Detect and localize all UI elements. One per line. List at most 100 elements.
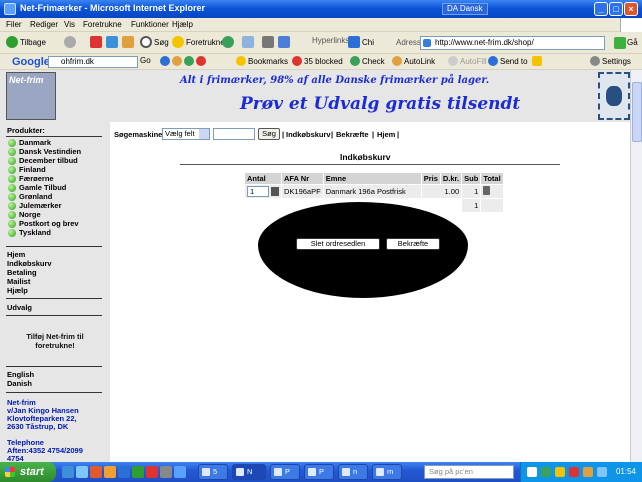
app-quicklaunch-icon[interactable] — [90, 466, 102, 478]
trash-icon[interactable] — [483, 186, 491, 195]
sidebar-item-faeroeerne[interactable]: Færøerne — [8, 174, 54, 183]
history-button[interactable] — [222, 36, 234, 48]
nav-hjem[interactable]: Hjem — [7, 250, 25, 259]
sidebar-item-dansk-vestindien[interactable]: Dansk Vestindien — [8, 147, 81, 156]
desktop-quicklaunch-icon[interactable] — [76, 466, 88, 478]
favorites-button[interactable]: Foretrukne — [172, 36, 225, 48]
globe-icon[interactable] — [160, 56, 170, 66]
link-hjem[interactable]: Hjem — [377, 130, 395, 139]
autofill-button[interactable]: AutoFill — [448, 56, 487, 66]
minimize-button[interactable]: _ — [594, 2, 608, 16]
sidebar-item-december-tilbud[interactable]: December tilbud — [8, 156, 78, 165]
app-quicklaunch-icon[interactable] — [174, 466, 186, 478]
forward-button[interactable] — [64, 36, 76, 48]
sidebar-item-norge[interactable]: Norge — [8, 210, 41, 219]
menu-file[interactable]: Filer — [6, 20, 22, 29]
link-indkoebskurv[interactable]: Indkøbskurv — [286, 130, 331, 139]
stop-button[interactable] — [90, 36, 102, 48]
update-icon[interactable] — [271, 187, 279, 196]
page-rank-icon[interactable] — [184, 56, 194, 66]
taskbar-task[interactable]: n — [338, 464, 368, 480]
sidebar-item-postkort[interactable]: Postkort og brev — [8, 219, 79, 228]
highlight-button[interactable] — [532, 56, 542, 66]
news-icon[interactable] — [172, 56, 182, 66]
lang-danish[interactable]: Danish — [7, 379, 32, 388]
menu-edit[interactable]: Rediger — [30, 20, 58, 29]
check-button[interactable]: Check — [350, 56, 385, 66]
sendto-button[interactable]: Send to — [488, 56, 528, 66]
google-logo[interactable]: Google — [12, 56, 50, 68]
tray-icon[interactable] — [527, 467, 537, 477]
gmail-icon[interactable] — [196, 56, 206, 66]
desktop-search-input[interactable]: Søg på pc'en — [424, 465, 514, 479]
lang-english[interactable]: English — [7, 370, 34, 379]
nav-udvalg[interactable]: Udvalg — [7, 303, 32, 312]
site-headline[interactable]: Prøv et Udvalg gratis tilsendt — [240, 94, 520, 114]
acrobat-quicklaunch-icon[interactable] — [146, 466, 158, 478]
sidebar-item-danmark[interactable]: Danmark — [8, 138, 51, 147]
site-logo[interactable]: Net-frim — [6, 72, 56, 120]
delete-order-button[interactable]: Slet ordresedlen — [296, 238, 380, 250]
clock[interactable]: 01:54 — [616, 467, 636, 476]
links-button[interactable]: Hyperlinks — [312, 36, 349, 45]
search-button[interactable]: Søg — [140, 36, 169, 48]
address-input[interactable]: http://www.net-frim.dk/shop/ — [420, 36, 605, 50]
excel-quicklaunch-icon[interactable] — [132, 466, 144, 478]
taskbar-task[interactable]: 5 — [198, 464, 228, 480]
go-button[interactable]: Gå — [627, 38, 638, 47]
folder-quicklaunch-icon[interactable] — [104, 466, 116, 478]
field-select[interactable]: Vælg felt — [162, 128, 210, 140]
nav-betaling[interactable]: Betaling — [7, 268, 37, 277]
add-to-favorites-link[interactable]: Tilføj Net-frim til foretrukne! — [6, 332, 104, 350]
sidebar-item-gamle-tilbud[interactable]: Gamle Tilbud — [8, 183, 66, 192]
popup-blocker[interactable]: 35 blocked — [292, 56, 343, 66]
google-search-input[interactable]: ohfrim.dk — [48, 56, 138, 68]
menu-favorites[interactable]: Foretrukne — [83, 20, 122, 29]
tray-icon[interactable] — [583, 467, 593, 477]
mail-button[interactable] — [242, 36, 254, 48]
chi-link[interactable]: Chi — [348, 36, 374, 48]
back-button[interactable]: Tilbage — [6, 36, 46, 48]
google-go-button[interactable]: Go — [140, 56, 151, 65]
scrollbar-thumb[interactable] — [632, 82, 642, 142]
quantity-input[interactable]: 1 — [247, 186, 269, 197]
search-submit-button[interactable]: Søg — [258, 128, 280, 140]
link-bekraefte[interactable]: Bekræfte — [336, 130, 369, 139]
nav-mailist[interactable]: Mailist — [7, 277, 30, 286]
speaker-icon[interactable] — [597, 467, 607, 477]
sidebar-item-finland[interactable]: Finland — [8, 165, 46, 174]
taskbar-task[interactable]: P — [304, 464, 334, 480]
taskbar-task-ie[interactable]: N — [232, 464, 266, 480]
search-input[interactable] — [213, 128, 255, 140]
confirm-button[interactable]: Bekræfte — [386, 238, 440, 250]
menu-view[interactable]: Vis — [64, 20, 75, 29]
close-button[interactable]: × — [624, 2, 638, 16]
refresh-button[interactable] — [106, 36, 118, 48]
back-link[interactable]: Tilbage — [356, 268, 380, 277]
settings-button[interactable]: Settings — [590, 56, 631, 66]
tray-icon[interactable] — [569, 467, 579, 477]
taskbar-task[interactable]: P — [270, 464, 300, 480]
sidebar-item-tyskland[interactable]: Tyskland — [8, 228, 51, 237]
print-button[interactable] — [262, 36, 274, 48]
sidebar-item-groenland[interactable]: Grønland — [8, 192, 52, 201]
menu-tools[interactable]: Funktioner — [131, 20, 169, 29]
home-button[interactable] — [122, 36, 134, 48]
language-indicator[interactable]: DA Dansk — [442, 3, 488, 15]
vertical-scrollbar[interactable] — [630, 70, 642, 464]
maximize-button[interactable]: □ — [609, 2, 623, 16]
go-arrow-icon[interactable] — [614, 37, 626, 49]
autolink-button[interactable]: AutoLink — [392, 56, 435, 66]
taskbar-task[interactable]: m — [372, 464, 402, 480]
app-quicklaunch-icon[interactable] — [160, 466, 172, 478]
ie-quicklaunch-icon[interactable] — [62, 466, 74, 478]
edit-button[interactable] — [278, 36, 290, 48]
nav-indkoebskurv[interactable]: Indkøbskurv — [7, 259, 52, 268]
bookmarks-button[interactable]: Bookmarks — [236, 56, 288, 66]
start-button[interactable]: start — [0, 462, 56, 482]
tray-icon[interactable] — [555, 467, 565, 477]
menu-help[interactable]: Hjælp — [172, 20, 193, 29]
sidebar-item-julemaerker[interactable]: Julemærker — [8, 201, 62, 210]
tray-icon[interactable] — [541, 467, 551, 477]
word-quicklaunch-icon[interactable] — [118, 466, 130, 478]
